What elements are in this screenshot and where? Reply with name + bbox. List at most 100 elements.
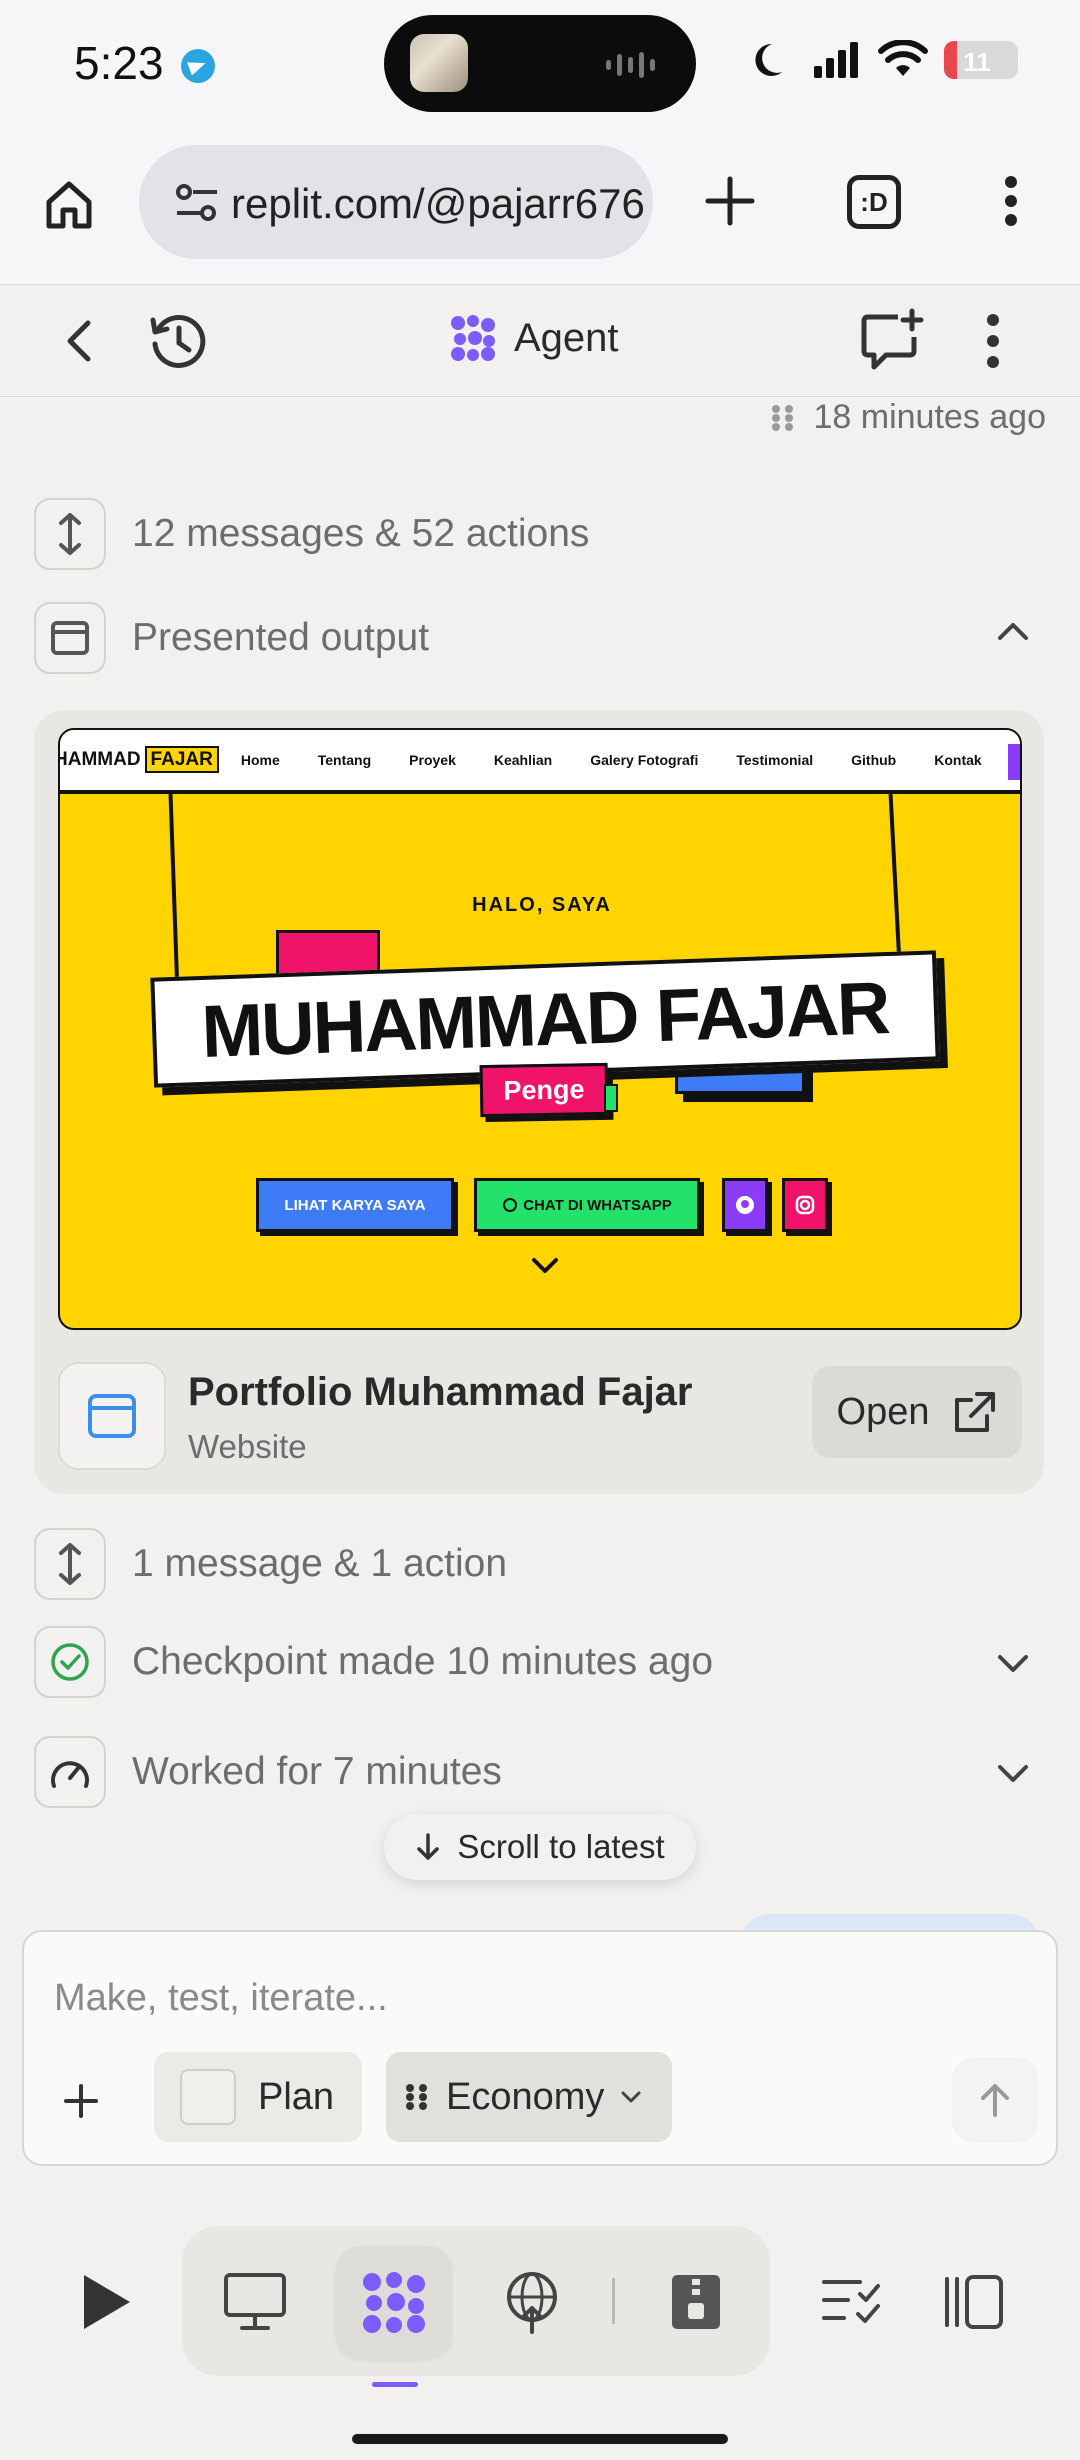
dynamic-island[interactable] <box>384 15 696 112</box>
chevron-down-icon[interactable] <box>996 1652 1030 1679</box>
preview-cta-whatsapp: CHAT DI WHATSAPP <box>474 1178 700 1232</box>
status-bar: 5:23 11 <box>0 0 1080 135</box>
chevron-down-icon <box>621 2091 641 2103</box>
preview-hero: HALO, SAYA MUHAMMAD FAJAR Penge LIHAT KA… <box>60 793 1020 1328</box>
expand-vertical-icon <box>34 498 106 570</box>
storage-zip-icon[interactable] <box>664 2266 728 2338</box>
status-time: 5:23 <box>74 37 164 89</box>
moon-icon <box>755 43 782 76</box>
plan-label: Plan <box>258 2075 335 2118</box>
checkpoint-row[interactable]: Checkpoint made 10 minutes ago <box>34 1626 713 1698</box>
preview-github-button <box>722 1178 768 1232</box>
url-text: replit.com/@pajarr676 <box>231 180 645 227</box>
mode-label: Economy <box>446 2075 605 2118</box>
browser-menu-icon[interactable] <box>996 171 1026 231</box>
battery-icon: 11 <box>944 41 1018 79</box>
panels-layout-icon[interactable] <box>940 2266 1008 2338</box>
expand-vertical-icon <box>34 1528 106 1600</box>
presented-output-label: Presented output <box>132 616 430 659</box>
home-indicator[interactable] <box>352 2434 728 2444</box>
check-circle-icon <box>34 1626 106 1698</box>
actions-group-1-label: 12 messages & 52 actions <box>132 512 590 555</box>
project-type: Website <box>188 1428 307 1465</box>
plan-toggle[interactable]: Plan <box>154 2052 362 2142</box>
send-button[interactable] <box>952 2058 1038 2142</box>
agent-logo-icon <box>451 315 495 361</box>
attach-plus-icon[interactable] <box>62 2082 100 2125</box>
project-row: Portfolio Muhammad Fajar Website Open <box>58 1362 1022 1472</box>
presented-output-header[interactable]: Presented output <box>34 602 429 674</box>
output-card: HAMMAD FAJAR Home Tentang Proyek Keahlian… <box>34 710 1044 1494</box>
prompt-input[interactable] <box>54 1968 954 2028</box>
gauge-icon <box>34 1736 106 1808</box>
preview-role-tag: Penge <box>479 1062 609 1118</box>
bottom-toolbar <box>0 2186 1080 2460</box>
preview-name: MUHAMMAD FAJAR <box>200 966 890 1073</box>
browser-toolbar: replit.com/@pajarr676 :D <box>0 135 1080 285</box>
arrow-down-icon <box>417 1833 440 1860</box>
plan-checkbox[interactable] <box>180 2069 236 2125</box>
timestamp-text: 18 minutes ago <box>813 398 1047 436</box>
preview-logo-b: FAJAR <box>144 746 219 773</box>
signal-icon <box>814 42 858 78</box>
actions-group-2[interactable]: 1 message & 1 action <box>34 1528 507 1600</box>
chevron-down-icon[interactable] <box>996 1762 1030 1789</box>
arrow-up-icon <box>981 2084 1009 2117</box>
agent-header: Agent <box>0 285 1080 397</box>
active-tab-indicator <box>372 2382 418 2387</box>
preview-greeting: HALO, SAYA <box>472 894 612 916</box>
telegram-icon <box>181 49 215 83</box>
audio-wave-icon <box>606 52 656 78</box>
home-icon[interactable] <box>34 173 104 235</box>
new-chat-icon[interactable] <box>856 305 928 377</box>
site-settings-icon[interactable] <box>175 183 219 223</box>
preview-nav-accent <box>1008 744 1020 780</box>
preview-nav-proyek: Proyek <box>409 752 456 768</box>
hanging-line-right <box>888 794 902 964</box>
task-checklist-icon[interactable] <box>818 2270 884 2334</box>
preview-logo-a: HAMMAD <box>58 749 141 770</box>
preview-nav-links: Home Tentang Proyek Keahlian Galery Foto… <box>241 752 982 768</box>
preview-logo: HAMMAD FAJAR <box>58 746 219 773</box>
media-thumbnail <box>410 34 468 92</box>
address-bar[interactable]: replit.com/@pajarr676 <box>139 145 653 259</box>
checkpoint-label: Checkpoint made 10 minutes ago <box>132 1640 714 1683</box>
actions-group-1[interactable]: 12 messages & 52 actions <box>34 498 589 570</box>
back-icon[interactable] <box>52 313 108 369</box>
worked-row[interactable]: Worked for 7 minutes <box>34 1736 502 1808</box>
open-button[interactable]: Open <box>812 1366 1022 1458</box>
mode-dropdown[interactable]: Economy <box>386 2052 672 2142</box>
preview-nav-kontak: Kontak <box>934 752 982 768</box>
new-tab-icon[interactable] <box>700 171 760 231</box>
browser-window-icon <box>34 602 106 674</box>
run-play-icon[interactable] <box>70 2262 140 2342</box>
preview-nav-home: Home <box>240 752 280 768</box>
open-button-label: Open <box>836 1390 930 1433</box>
preview-nav-keahlian: Keahlian <box>493 752 553 768</box>
worked-label: Worked for 7 minutes <box>132 1750 502 1793</box>
preview-nav-galery: Galery Fotografi <box>590 752 699 768</box>
composer: Plan Economy <box>22 1930 1058 2166</box>
preview-nav-tentang: Tentang <box>317 752 372 768</box>
whatsapp-icon <box>503 1198 518 1212</box>
wifi-icon <box>878 40 928 76</box>
agent-tab-icon[interactable] <box>356 2266 432 2338</box>
preview-instagram-button <box>782 1178 828 1232</box>
history-icon[interactable] <box>144 307 212 375</box>
chevron-up-icon[interactable] <box>996 620 1030 647</box>
preview-navbar: HAMMAD FAJAR Home Tentang Proyek Keahlian… <box>58 730 1020 794</box>
github-icon <box>736 1196 754 1214</box>
battery-level: 11 <box>963 47 991 77</box>
website-preview[interactable]: HAMMAD FAJAR Home Tentang Proyek Keahlian… <box>58 728 1022 1330</box>
agent-menu-icon[interactable] <box>980 311 1006 371</box>
deploy-globe-icon[interactable] <box>500 2266 564 2338</box>
scroll-to-latest-button[interactable]: Scroll to latest <box>384 1814 696 1880</box>
drag-dots-icon <box>406 2084 427 2110</box>
website-icon <box>58 1362 166 1470</box>
preview-monitor-icon[interactable] <box>220 2270 290 2334</box>
chevron-down-icon <box>530 1256 560 1281</box>
tab-switcher-button[interactable]: :D <box>847 175 901 229</box>
status-icons: 11 <box>752 38 1018 82</box>
instagram-icon <box>795 1195 815 1215</box>
preview-cta-whatsapp-label: CHAT DI WHATSAPP <box>523 1196 672 1214</box>
